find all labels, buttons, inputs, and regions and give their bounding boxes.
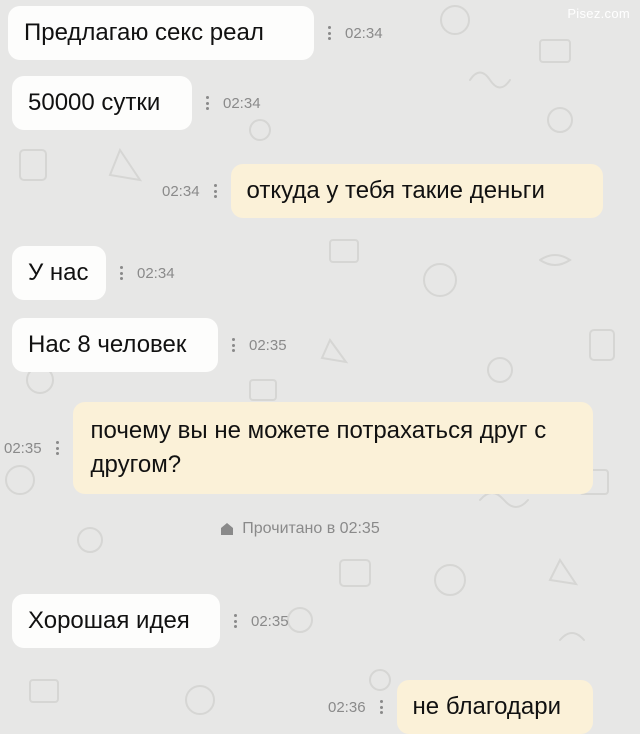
message-row: У нас 02:34 xyxy=(12,246,175,300)
more-options-icon[interactable] xyxy=(120,266,123,280)
message-row: 02:36 не благодари xyxy=(328,680,593,734)
envelope-open-icon xyxy=(221,523,234,535)
message-bubble-incoming[interactable]: У нас xyxy=(12,246,106,300)
message-row: 02:35 почему вы не можете потрахаться др… xyxy=(4,402,593,494)
message-meta: 02:35 xyxy=(4,440,73,457)
message-time: 02:35 xyxy=(249,336,287,354)
message-row: 50000 сутки 02:34 xyxy=(12,76,261,130)
watermark: Pisez.com xyxy=(567,6,630,21)
message-meta: 02:34 xyxy=(106,265,175,282)
message-row: Хорошая идея 02:35 xyxy=(12,594,289,648)
more-options-icon[interactable] xyxy=(234,614,237,628)
message-meta: 02:35 xyxy=(218,337,287,354)
message-row: Нас 8 человек 02:35 xyxy=(12,318,287,372)
message-time: 02:34 xyxy=(223,94,261,112)
message-time: 02:34 xyxy=(345,24,383,42)
more-options-icon[interactable] xyxy=(213,184,217,198)
more-options-icon[interactable] xyxy=(232,338,235,352)
message-time: 02:34 xyxy=(137,264,175,282)
message-time: 02:34 xyxy=(162,182,200,200)
message-row: 02:34 откуда у тебя такие деньги xyxy=(162,164,603,218)
message-time: 02:35 xyxy=(4,439,42,457)
message-bubble-incoming[interactable]: 50000 сутки xyxy=(12,76,192,130)
message-meta: 02:36 xyxy=(328,699,397,716)
message-bubble-incoming[interactable]: Нас 8 человек xyxy=(12,318,218,372)
message-meta: 02:34 xyxy=(162,183,231,200)
more-options-icon[interactable] xyxy=(206,96,209,110)
message-time: 02:36 xyxy=(328,698,366,716)
read-receipt: Прочитано в 02:35 xyxy=(0,520,600,538)
message-bubble-incoming[interactable]: Предлагаю секс реал xyxy=(8,6,314,60)
message-time: 02:35 xyxy=(251,612,289,630)
message-bubble-incoming[interactable]: Хорошая идея xyxy=(12,594,220,648)
more-options-icon[interactable] xyxy=(55,441,59,455)
message-meta: 02:34 xyxy=(192,95,261,112)
message-meta: 02:35 xyxy=(220,613,289,630)
message-row: Предлагаю секс реал 02:34 xyxy=(8,6,383,60)
message-bubble-outgoing[interactable]: не благодари xyxy=(396,680,593,734)
message-bubble-outgoing[interactable]: почему вы не можете потрахаться друг с д… xyxy=(72,402,593,494)
message-meta: 02:34 xyxy=(314,25,383,42)
message-bubble-outgoing[interactable]: откуда у тебя такие деньги xyxy=(230,164,603,218)
more-options-icon[interactable] xyxy=(328,26,331,40)
more-options-icon[interactable] xyxy=(379,700,383,714)
read-receipt-text: Прочитано в 02:35 xyxy=(242,520,380,537)
